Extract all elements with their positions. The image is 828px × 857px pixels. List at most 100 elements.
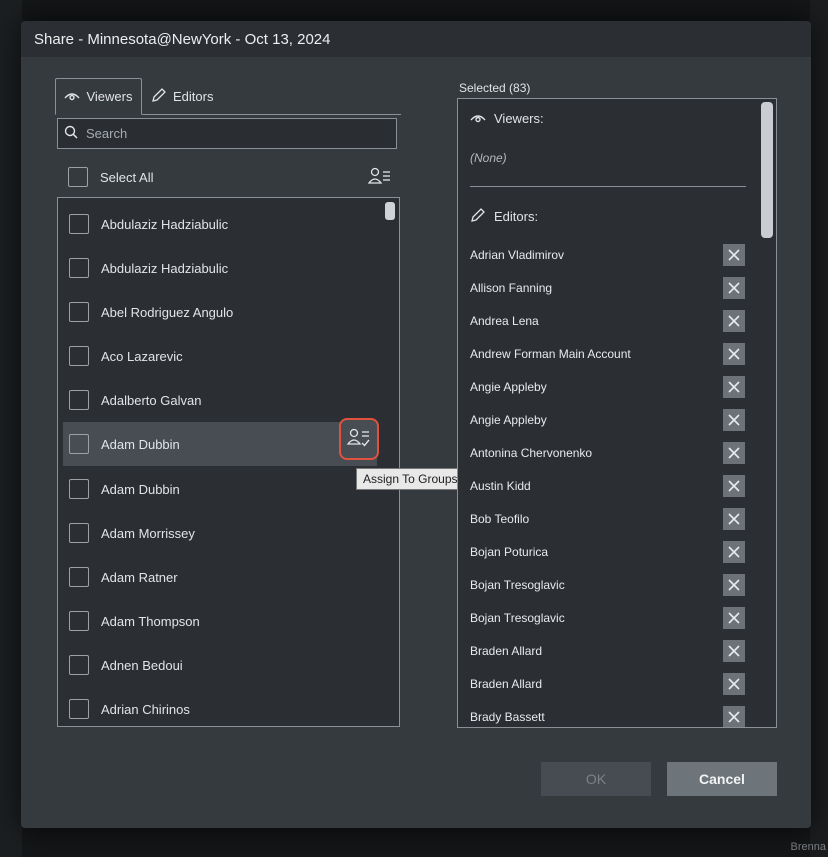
- editor-name: Brady Bassett: [470, 710, 545, 724]
- user-list[interactable]: Abdulaziz Hadziabulic Abdulaziz Hadziabu…: [57, 197, 400, 727]
- tab-viewers-label: Viewers: [86, 89, 133, 104]
- viewers-none-text: (None): [470, 151, 507, 165]
- search-box: [57, 118, 397, 149]
- select-all-checkbox[interactable]: [68, 167, 88, 187]
- editors-section-header: Editors:: [470, 207, 538, 226]
- editors-header-label: Editors:: [494, 209, 539, 224]
- close-icon: [728, 546, 740, 558]
- editor-name: Antonina Chervonenko: [470, 446, 593, 460]
- user-name: Adam Dubbin: [101, 481, 180, 497]
- eye-icon: [64, 89, 81, 104]
- editor-name: Austin Kidd: [470, 479, 531, 493]
- remove-editor-button[interactable]: [723, 310, 745, 332]
- user-name: Adam Dubbin: [101, 436, 180, 452]
- close-icon: [728, 513, 740, 525]
- user-name: Adam Ratner: [101, 569, 178, 585]
- list-item[interactable]: Adrian Chirinos: [63, 687, 377, 726]
- user-checkbox[interactable]: [69, 567, 89, 587]
- editor-name: Andrea Lena: [470, 314, 539, 328]
- ok-button[interactable]: OK: [541, 762, 651, 796]
- user-checkbox[interactable]: [69, 523, 89, 543]
- remove-editor-button[interactable]: [723, 244, 745, 266]
- list-item[interactable]: Abel Rodriguez Angulo: [63, 290, 377, 334]
- user-checkbox[interactable]: [69, 258, 89, 278]
- editor-name: Allison Fanning: [470, 281, 553, 295]
- remove-editor-button[interactable]: [723, 508, 745, 530]
- user-name: Adnen Bedoui: [101, 657, 183, 673]
- close-icon: [728, 381, 740, 393]
- user-name: Adam Morrissey: [101, 525, 195, 541]
- assign-groups-all-icon[interactable]: [367, 166, 392, 189]
- list-item-highlighted[interactable]: Adam Dubbin: [63, 422, 377, 466]
- remove-editor-button[interactable]: [723, 640, 745, 662]
- editor-name: Bojan Tresoglavic: [470, 578, 565, 592]
- cancel-button[interactable]: Cancel: [667, 762, 777, 796]
- remove-editor-button[interactable]: [723, 409, 745, 431]
- viewers-section-header: Viewers:: [470, 111, 544, 126]
- list-item[interactable]: Abdulaziz Hadziabulic: [63, 246, 377, 290]
- editor-name: Braden Allard: [470, 677, 543, 691]
- list-item[interactable]: Adam Thompson: [63, 599, 377, 643]
- close-icon: [728, 348, 740, 360]
- close-icon: [728, 315, 740, 327]
- editor-name: Angie Appleby: [470, 413, 547, 427]
- user-checkbox[interactable]: [69, 346, 89, 366]
- selected-panel[interactable]: Viewers: (None) Editors: Adrian Vladimir…: [457, 98, 777, 728]
- list-item[interactable]: Adnen Bedoui: [63, 643, 377, 687]
- close-icon: [728, 282, 740, 294]
- tab-editors[interactable]: Editors: [151, 78, 213, 114]
- remove-editor-button[interactable]: [723, 343, 745, 365]
- list-item[interactable]: Adam Dubbin: [63, 467, 377, 511]
- background-corner-text: Brenna: [790, 841, 826, 853]
- selected-editor-row: Andrew Forman Main Account: [470, 342, 745, 366]
- viewers-header-label: Viewers:: [494, 111, 544, 126]
- scrollbar-thumb[interactable]: [761, 102, 773, 238]
- list-item[interactable]: Aco Lazarevic: [63, 334, 377, 378]
- remove-editor-button[interactable]: [723, 442, 745, 464]
- selected-panel-scrollbar[interactable]: [761, 102, 773, 724]
- user-checkbox[interactable]: [69, 434, 89, 454]
- list-item[interactable]: Adam Morrissey: [63, 511, 377, 555]
- user-name: Adrian Chirinos: [101, 701, 190, 717]
- background-left-strip: [0, 0, 22, 857]
- user-checkbox[interactable]: [69, 214, 89, 234]
- user-checkbox[interactable]: [69, 390, 89, 410]
- user-checkbox[interactable]: [69, 302, 89, 322]
- close-icon: [728, 612, 740, 624]
- tab-viewers[interactable]: Viewers: [55, 78, 142, 115]
- user-checkbox[interactable]: [69, 611, 89, 631]
- assign-to-groups-button[interactable]: [339, 418, 379, 460]
- search-input[interactable]: [84, 125, 396, 142]
- close-icon: [728, 480, 740, 492]
- editor-name: Bob Teofilo: [470, 512, 530, 526]
- remove-editor-button[interactable]: [723, 277, 745, 299]
- user-name: Aco Lazarevic: [101, 348, 183, 364]
- user-checkbox[interactable]: [69, 699, 89, 719]
- list-item[interactable]: Abdulaziz Hadziabulic: [63, 202, 377, 246]
- selected-editor-row: Brady Bassett: [470, 705, 745, 727]
- close-icon: [728, 447, 740, 459]
- assign-groups-icon: [346, 427, 371, 452]
- select-all-row[interactable]: Select All: [68, 166, 394, 188]
- user-checkbox[interactable]: [69, 479, 89, 499]
- user-name: Abdulaziz Hadziabulic: [101, 260, 229, 276]
- selected-editor-row: Angie Appleby: [470, 408, 745, 432]
- scrollbar-thumb[interactable]: [385, 202, 395, 220]
- remove-editor-button[interactable]: [723, 376, 745, 398]
- pencil-icon: [470, 207, 486, 226]
- section-divider: [470, 186, 746, 187]
- remove-editor-button[interactable]: [723, 607, 745, 629]
- editor-name: Adrian Vladimirov: [470, 248, 565, 262]
- remove-editor-button[interactable]: [723, 574, 745, 596]
- selected-count-label: Selected (83): [459, 81, 531, 95]
- remove-editor-button[interactable]: [723, 706, 745, 727]
- list-item[interactable]: Adam Ratner: [63, 555, 377, 599]
- list-item[interactable]: Adalberto Galvan: [63, 378, 377, 422]
- editor-name: Angie Appleby: [470, 380, 547, 394]
- remove-editor-button[interactable]: [723, 475, 745, 497]
- remove-editor-button[interactable]: [723, 541, 745, 563]
- background-right-strip: [810, 0, 828, 857]
- remove-editor-button[interactable]: [723, 673, 745, 695]
- user-list-scrollbar[interactable]: [385, 202, 395, 718]
- user-checkbox[interactable]: [69, 655, 89, 675]
